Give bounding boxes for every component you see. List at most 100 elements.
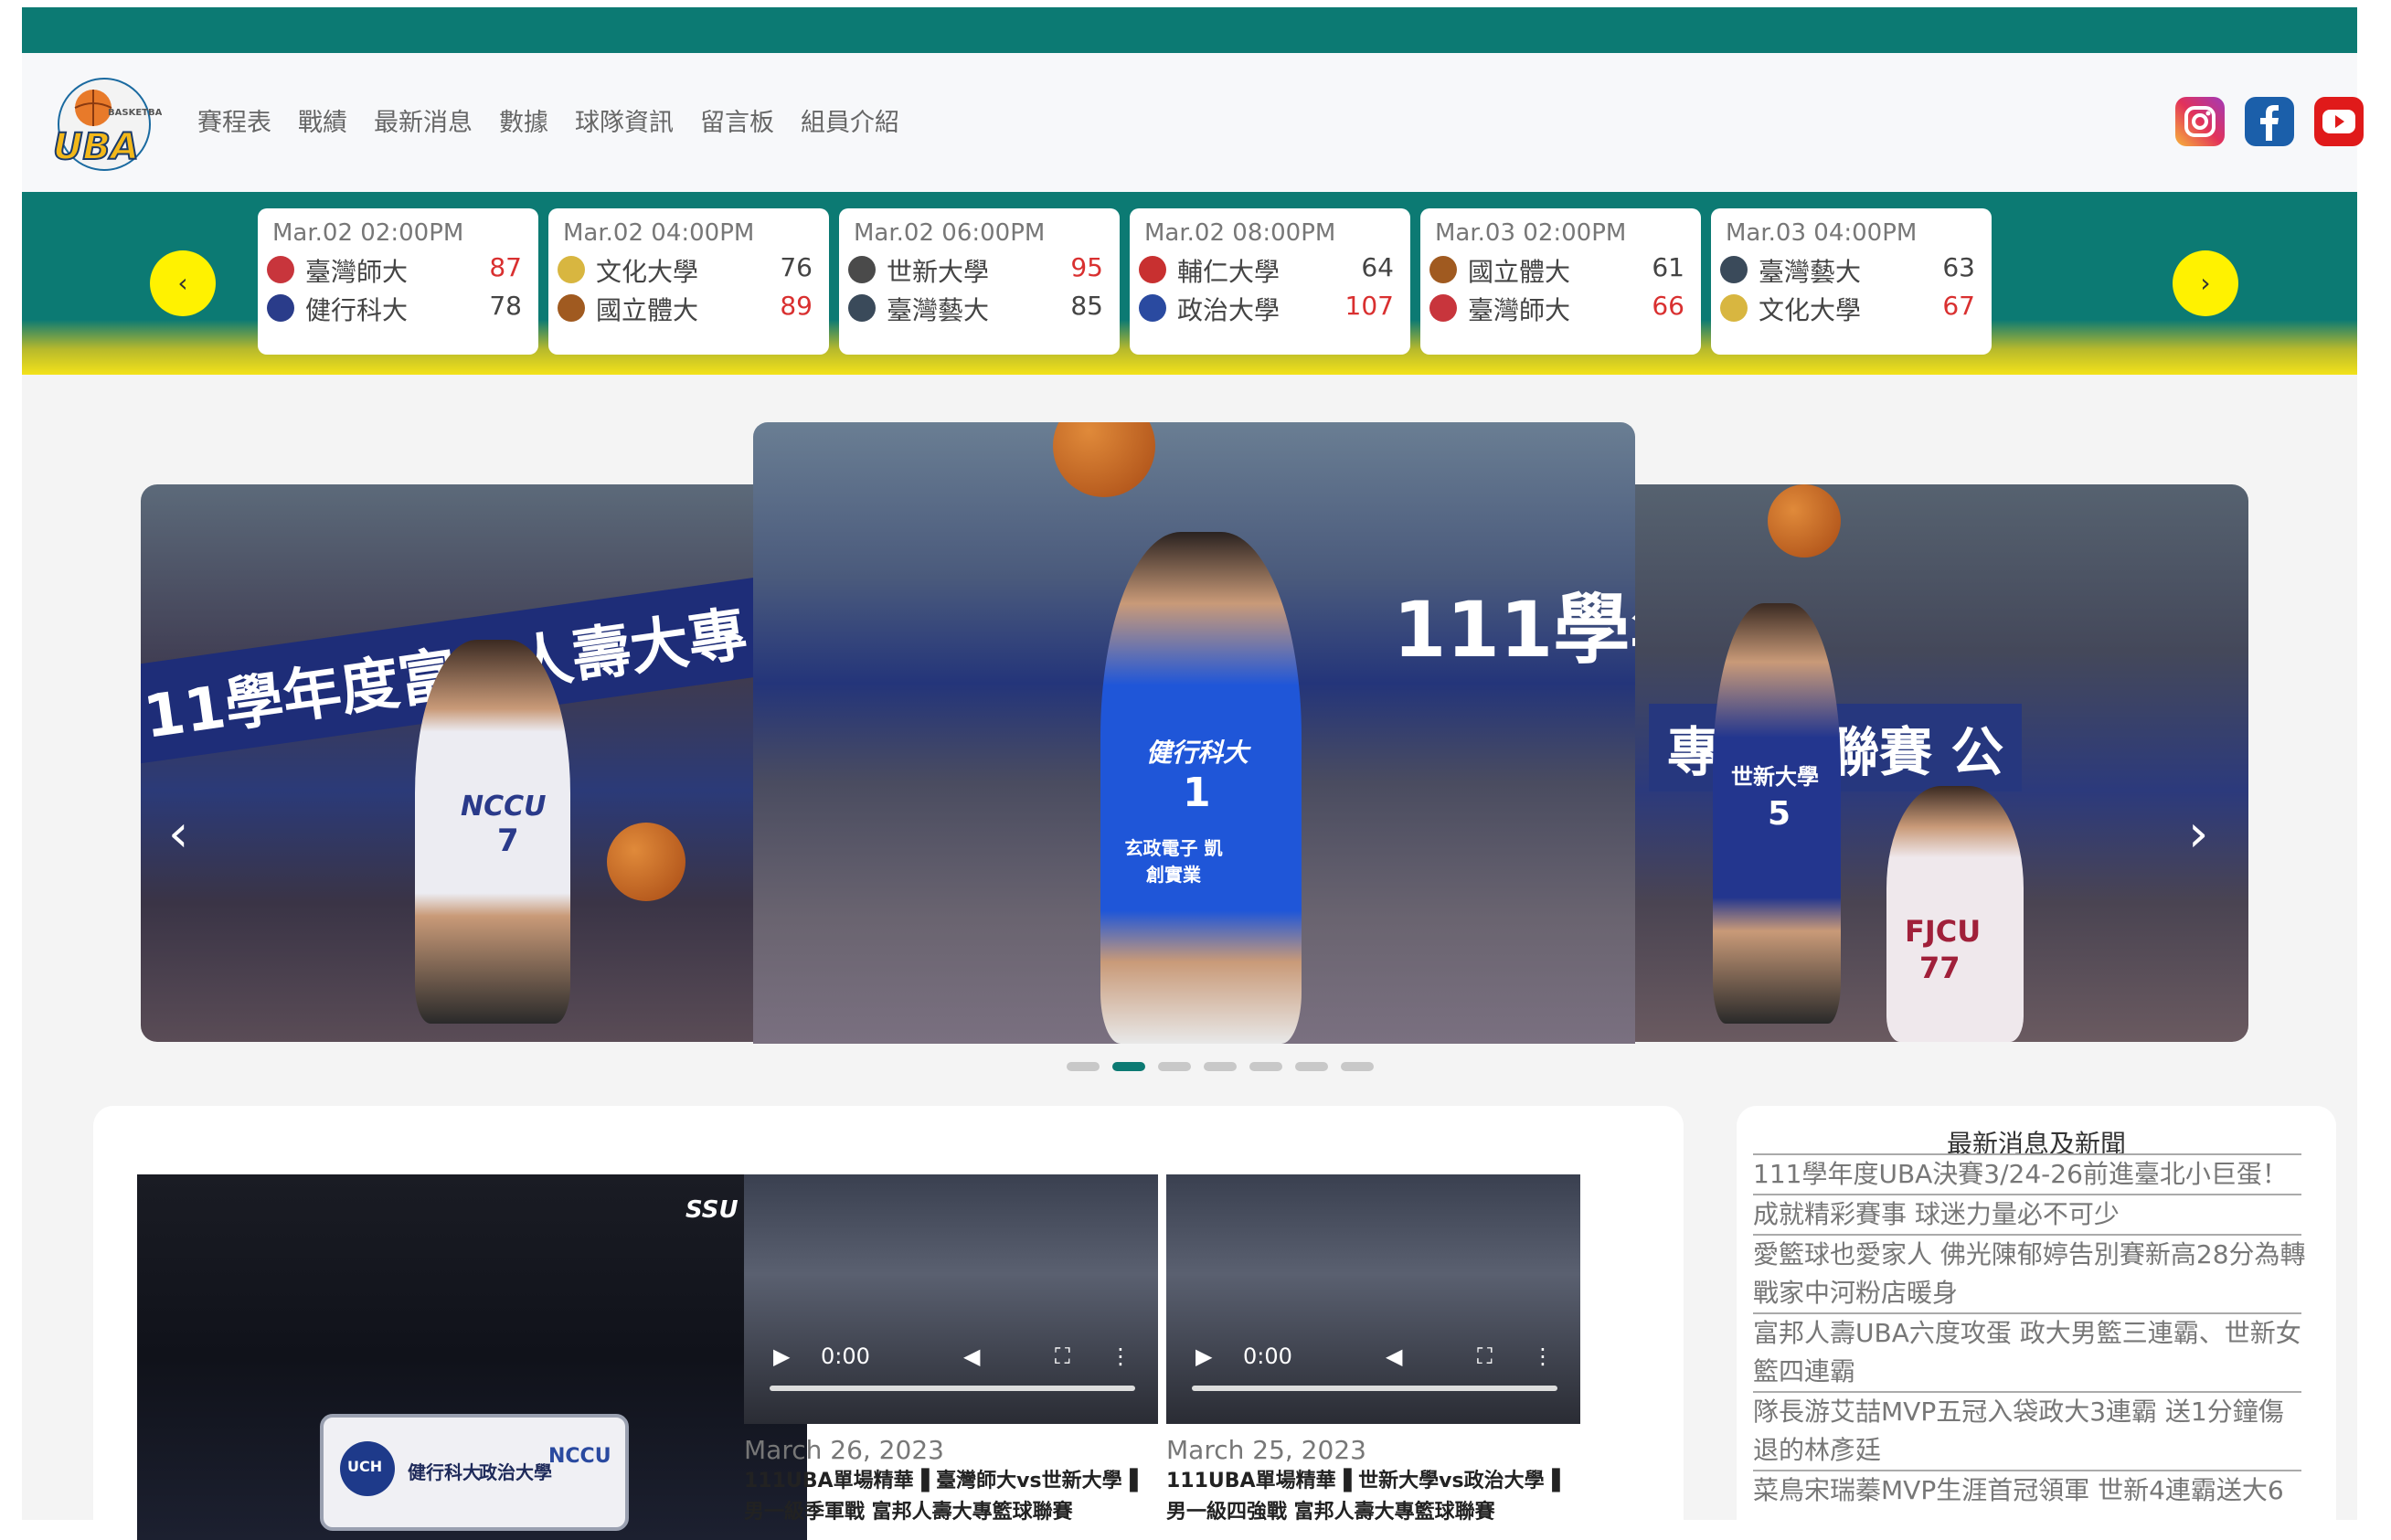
carousel-dot[interactable] [1067,1062,1100,1071]
scores-next-button[interactable]: › [2173,250,2238,316]
news-item[interactable]: 菜鳥宋瑞蓁MVP生涯首冠領軍 世新4連霸送大6 [1753,1471,2307,1510]
team-logo [848,256,876,283]
team-row: 臺灣藝大 63 [1720,252,1981,287]
team-row: 臺灣藝大 85 [848,291,1109,325]
carousel-prev-arrow[interactable]: ‹ [168,804,188,864]
game-time: Mar.03 02:00PM [1435,219,1627,247]
news-item[interactable]: 111學年度UBA決賽3/24-26前進臺北小巨蛋！ [1753,1155,2307,1194]
video-title[interactable]: 111UBA單場精華▐ 臺灣師大vs世新大學▐ 男一級季軍戰 富邦人壽大專籃球聯… [744,1466,1164,1528]
team-logo [1720,256,1748,283]
carousel-dot[interactable] [1204,1062,1237,1071]
video-progress[interactable] [1192,1386,1557,1391]
carousel-dot[interactable] [1295,1062,1328,1071]
jersey-text: NCCU [461,791,547,823]
team-row: 世新大學 95 [848,252,1109,287]
score-card[interactable]: Mar.03 02:00PM 國立體大 61 臺灣師大 66 [1420,208,1701,355]
carousel-slide-prev[interactable]: 11學年度富邦人壽大專 NCCU 7 ‹ [141,484,762,1042]
video-timestamp: 0:00 [821,1344,870,1369]
team-score: 61 [1652,252,1684,282]
fullscreen-icon[interactable]: ⛶ [1055,1344,1070,1369]
uba-logo[interactable]: BASKETBALL UBA [48,75,175,175]
carousel-dot[interactable] [1158,1062,1191,1071]
video-date: March 26, 2023 [744,1435,944,1465]
video-title[interactable]: 111UBA單場精華▐ 世新大學vs政治大學▐ 男一級四強戰 富邦人壽大專籃球聯… [1166,1466,1587,1528]
team-logo-text: UCH [347,1458,383,1475]
game-time: Mar.02 06:00PM [854,219,1046,247]
news-item[interactable]: 隊長游艾喆MVP五冠入袋政大3連霸 送1分鐘傷退的林彥廷 [1753,1393,2307,1470]
video-timestamp: 0:00 [1243,1344,1292,1369]
carousel-dot[interactable] [1341,1062,1374,1071]
basketball [1053,422,1155,497]
basketball [1768,484,1841,558]
team-row: 健行科大 78 [267,291,527,325]
game-time: Mar.02 04:00PM [563,219,755,247]
nav-standings[interactable]: 戰績 [298,102,347,138]
team-name: 政治大學 [1177,295,1281,325]
nav-teams[interactable]: 球隊資訊 [575,102,674,138]
video-thumbnail[interactable]: ▶ 0:00 ◀ ⛶ ⋮ [1166,1174,1580,1424]
team-score: 87 [489,252,522,282]
nav-message-board[interactable]: 留言板 [700,102,774,138]
volume-icon[interactable]: ◀ [963,1344,980,1369]
team-name: 國立體大 [1468,257,1571,287]
nav-news[interactable]: 最新消息 [374,102,473,138]
score-card[interactable]: Mar.02 06:00PM 世新大學 95 臺灣藝大 85 [839,208,1120,355]
fullscreen-icon[interactable]: ⛶ [1477,1344,1493,1369]
team-row: 臺灣師大 66 [1429,291,1690,325]
jersey-number: 77 [1919,951,1961,985]
featured-video[interactable]: SSU TV UCH 健行科大 政治大學 NCCU [137,1174,807,1540]
video-controls: ▶ 0:00 ◀ ⛶ ⋮ [762,1344,1132,1371]
team-name: 健行科大 [305,295,409,325]
carousel-slide-next[interactable]: 專籃球聯賽 公 世新大學 5 FJCU 77 › [1631,484,2248,1042]
scores-prev-button[interactable]: ‹ [150,250,216,316]
team-name: 政治大學 [479,1461,552,1483]
nav-members[interactable]: 組員介紹 [801,102,899,138]
team-score: 107 [1344,291,1394,321]
team-logo [558,256,585,283]
scoreboard-strip: ‹ › Mar.02 02:00PM 臺灣師大 87 健行科大 78 Mar.02 04:… [22,192,2357,375]
nav-schedule[interactable]: 賽程表 [197,102,271,138]
video-controls: ▶ 0:00 ◀ ⛶ ⋮ [1185,1344,1554,1371]
scoreboard-graphic: UCH 健行科大 政治大學 NCCU [320,1414,629,1531]
volume-icon[interactable]: ◀ [1386,1344,1402,1369]
instagram-icon[interactable] [2175,97,2225,146]
jersey-sponsor: 玄政電子 凱創實業 [1124,837,1223,886]
news-item[interactable]: 愛籃球也愛家人 佛光陳郁婷告別賽新高28分為轉戰家中河粉店暖身 [1753,1236,2307,1312]
news-item[interactable]: 富邦人壽UBA六度攻蛋 政大男籃三連霸、世新女籃四連霸 [1753,1314,2307,1391]
team-score: 78 [489,291,522,321]
more-options-icon[interactable]: ⋮ [1532,1344,1554,1369]
score-card[interactable]: Mar.02 08:00PM 輔仁大學 64 政治大學 107 [1130,208,1410,355]
youtube-icon[interactable] [2314,97,2364,146]
team-name: 國立體大 [596,295,699,325]
team-score: 67 [1942,291,1975,321]
score-card[interactable]: Mar.03 04:00PM 臺灣藝大 63 文化大學 67 [1711,208,1992,355]
carousel-dot[interactable] [1249,1062,1282,1071]
player-figure [415,640,570,1024]
carousel-dot[interactable] [1112,1062,1145,1071]
top-strip [22,7,2357,53]
score-card[interactable]: Mar.02 04:00PM 文化大學 76 國立體大 89 [548,208,829,355]
team-logo [1139,294,1166,322]
carousel-slide-active[interactable]: 111學年 健行科大 1 玄政電子 凱創實業 [753,422,1635,1044]
game-time: Mar.02 08:00PM [1144,219,1336,247]
team-score: 85 [1070,291,1103,321]
facebook-icon[interactable] [2245,97,2294,146]
news-item[interactable]: 成就精彩賽事 球迷力量必不可少 [1753,1195,2307,1234]
carousel-indicators [1067,1062,1374,1071]
game-time: Mar.02 02:00PM [272,219,464,247]
carousel-next-arrow[interactable]: › [2188,804,2208,864]
team-name: 輔仁大學 [1177,257,1281,287]
video-progress[interactable] [770,1386,1135,1391]
video-panel: SSU TV UCH 健行科大 政治大學 NCCU ▶ 0:00 ◀ ⛶ ⋮ March … [93,1106,1684,1540]
team-score: 95 [1070,252,1103,282]
logo-sub: BASKETBALL [108,108,162,118]
nav-stats[interactable]: 數據 [499,102,548,138]
jersey-text: 世新大學 [1731,764,1819,790]
more-options-icon[interactable]: ⋮ [1110,1344,1132,1369]
team-name: 臺灣藝大 [887,295,990,325]
play-icon[interactable]: ▶ [773,1344,790,1369]
team-score: 64 [1361,252,1394,282]
play-icon[interactable]: ▶ [1196,1344,1212,1369]
video-thumbnail[interactable]: ▶ 0:00 ◀ ⛶ ⋮ [744,1174,1158,1424]
score-card[interactable]: Mar.02 02:00PM 臺灣師大 87 健行科大 78 [258,208,538,355]
